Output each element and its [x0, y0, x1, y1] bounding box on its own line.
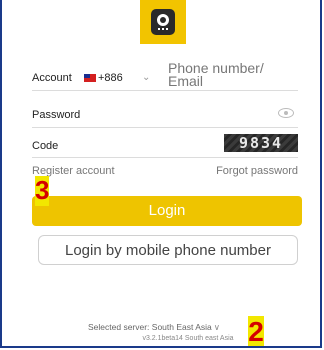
app-logo	[140, 0, 186, 44]
password-row[interactable]: Password	[32, 108, 298, 123]
chevron-down-icon[interactable]: ∨	[214, 322, 220, 332]
server-label: Selected server: South East Asia	[88, 322, 212, 332]
login-button[interactable]: Login	[32, 196, 302, 226]
password-label: Password	[32, 109, 81, 121]
annotation-marker-2: 2	[248, 316, 264, 347]
code-label: Code	[32, 140, 59, 152]
divider	[32, 90, 298, 91]
forgot-password-link[interactable]: Forgot password	[216, 165, 298, 177]
taiwan-flag-icon[interactable]	[84, 74, 96, 82]
account-row: Account +886 ⌄ Phone number/ Email	[32, 61, 298, 88]
code-row[interactable]: Code 9834	[32, 134, 298, 154]
eye-icon[interactable]	[278, 108, 294, 118]
server-selector[interactable]: Selected server: South East Asia ∨	[88, 322, 220, 333]
mobile-login-button[interactable]: Login by mobile phone number	[38, 235, 298, 265]
chevron-down-icon[interactable]: ⌄	[142, 72, 150, 83]
account-label: Account	[32, 72, 72, 84]
login-screen: Account +886 ⌄ Phone number/ Email Passw…	[0, 0, 322, 348]
phone-email-input[interactable]: Phone number/ Email	[168, 61, 288, 88]
annotation-marker-3: 3	[35, 175, 50, 206]
version-text: v3.2.1beta14 South east Asia	[2, 335, 320, 342]
divider	[32, 157, 298, 158]
app-logo-icon	[151, 9, 175, 35]
country-code[interactable]: +886	[98, 72, 123, 84]
captcha-image[interactable]: 9834	[224, 134, 298, 152]
version-label: v3.2.1beta14 South east Asia	[142, 335, 234, 342]
divider	[32, 127, 298, 128]
